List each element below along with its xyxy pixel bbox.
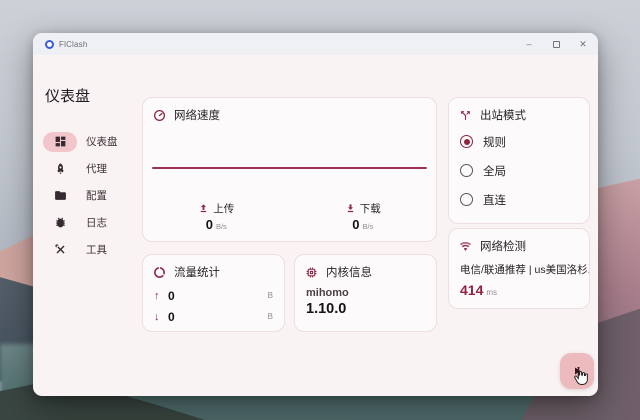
network-check-card[interactable]: 网络检测 电信/联通推荐 | us美国洛杉... 414 ms xyxy=(448,228,590,309)
upload-icon xyxy=(198,203,209,214)
core-name: mihomo xyxy=(295,284,436,299)
network-speed-card: 网络速度 上传 0 B/s 下载 xyxy=(142,97,437,242)
card-title: 内核信息 xyxy=(326,264,372,280)
sidebar-item-dashboard[interactable]: 仪表盘 xyxy=(33,128,137,155)
page-title: 仪表盘 xyxy=(45,85,90,106)
app-title: FlClash xyxy=(59,40,88,49)
upload-label: 上传 xyxy=(213,201,234,216)
sidebar-item-tools[interactable]: 工具 xyxy=(33,236,137,263)
down-arrow-icon: ↓ xyxy=(154,311,168,323)
card-title: 出站模式 xyxy=(480,107,526,123)
cursor-pointer-icon xyxy=(572,366,589,386)
call-split-icon xyxy=(459,109,472,122)
download-icon xyxy=(345,203,356,214)
app-window: FlClash – ✕ 仪表盘 仪表盘 代理 配置 xyxy=(33,33,598,396)
traffic-down-value: 0 xyxy=(168,310,175,324)
sidebar-item-label: 配置 xyxy=(86,188,107,203)
traffic-upload-row: ↑ 0 B xyxy=(143,286,284,305)
mode-option-rule[interactable]: 规则 xyxy=(449,127,589,156)
mode-option-label: 直连 xyxy=(483,192,506,208)
folder-icon xyxy=(54,189,67,202)
memory-icon xyxy=(305,266,318,279)
upload-unit: B/s xyxy=(216,222,227,231)
dashboard-icon xyxy=(54,135,67,148)
radio-unselected-icon xyxy=(460,193,473,206)
upload-stat: 上传 0 B/s xyxy=(143,201,290,232)
traffic-down-unit: B xyxy=(268,312,273,321)
download-label: 下载 xyxy=(360,201,381,216)
minimize-button[interactable]: – xyxy=(524,38,534,50)
core-info-card: 内核信息 mihomo 1.10.0 xyxy=(294,254,437,332)
upload-value: 0 xyxy=(206,217,213,232)
speedometer-icon xyxy=(153,109,166,122)
mode-option-label: 规则 xyxy=(483,134,506,150)
download-stat: 下载 0 B/s xyxy=(290,201,437,232)
radio-unselected-icon xyxy=(460,164,473,177)
traffic-download-row: ↓ 0 B xyxy=(143,307,284,326)
traffic-up-unit: B xyxy=(268,291,273,300)
sidebar-item-label: 代理 xyxy=(86,161,107,176)
traffic-up-value: 0 xyxy=(168,289,175,303)
core-version: 1.10.0 xyxy=(295,299,436,317)
outbound-mode-card: 出站模式 规则 全局 直连 xyxy=(448,97,590,224)
maximize-button[interactable] xyxy=(551,38,561,50)
mode-option-global[interactable]: 全局 xyxy=(449,156,589,185)
tools-icon xyxy=(54,243,67,256)
maximize-icon xyxy=(553,41,560,48)
radio-selected-icon xyxy=(460,135,473,148)
desktop-wallpaper: FlClash – ✕ 仪表盘 仪表盘 代理 配置 xyxy=(0,0,640,420)
sidebar-item-logs[interactable]: 日志 xyxy=(33,209,137,236)
speed-chart-line xyxy=(152,167,427,169)
card-title: 流量统计 xyxy=(174,264,220,280)
sidebar-item-label: 日志 xyxy=(86,215,107,230)
wifi-check-icon xyxy=(459,240,472,253)
app-logo-icon xyxy=(45,40,54,49)
sidebar-item-label: 工具 xyxy=(86,242,107,257)
sidebar-item-label: 仪表盘 xyxy=(86,134,118,149)
network-check-unit: ms xyxy=(486,288,497,297)
close-button[interactable]: ✕ xyxy=(578,38,588,50)
speed-stats: 上传 0 B/s 下载 0 B/s xyxy=(143,201,436,232)
window-titlebar[interactable]: FlClash – ✕ xyxy=(33,33,598,55)
network-check-provider: 电信/联通推荐 | us美国洛杉... xyxy=(449,258,589,277)
network-check-latency: 414 xyxy=(460,282,483,298)
bug-icon xyxy=(54,216,67,229)
card-title: 网络速度 xyxy=(174,107,220,123)
traffic-stats-card: 流量统计 ↑ 0 B ↓ 0 B xyxy=(142,254,285,332)
rocket-icon xyxy=(54,162,67,175)
card-title: 网络检测 xyxy=(480,238,526,254)
download-unit: B/s xyxy=(362,222,373,231)
download-value: 0 xyxy=(352,217,359,232)
sidebar-item-profiles[interactable]: 配置 xyxy=(33,182,137,209)
sidebar-nav: 仪表盘 代理 配置 日志 工具 xyxy=(33,128,137,263)
up-arrow-icon: ↑ xyxy=(154,290,168,302)
mode-option-label: 全局 xyxy=(483,163,506,179)
sidebar-item-proxies[interactable]: 代理 xyxy=(33,155,137,182)
mode-option-direct[interactable]: 直连 xyxy=(449,185,589,214)
data-usage-icon xyxy=(153,266,166,279)
